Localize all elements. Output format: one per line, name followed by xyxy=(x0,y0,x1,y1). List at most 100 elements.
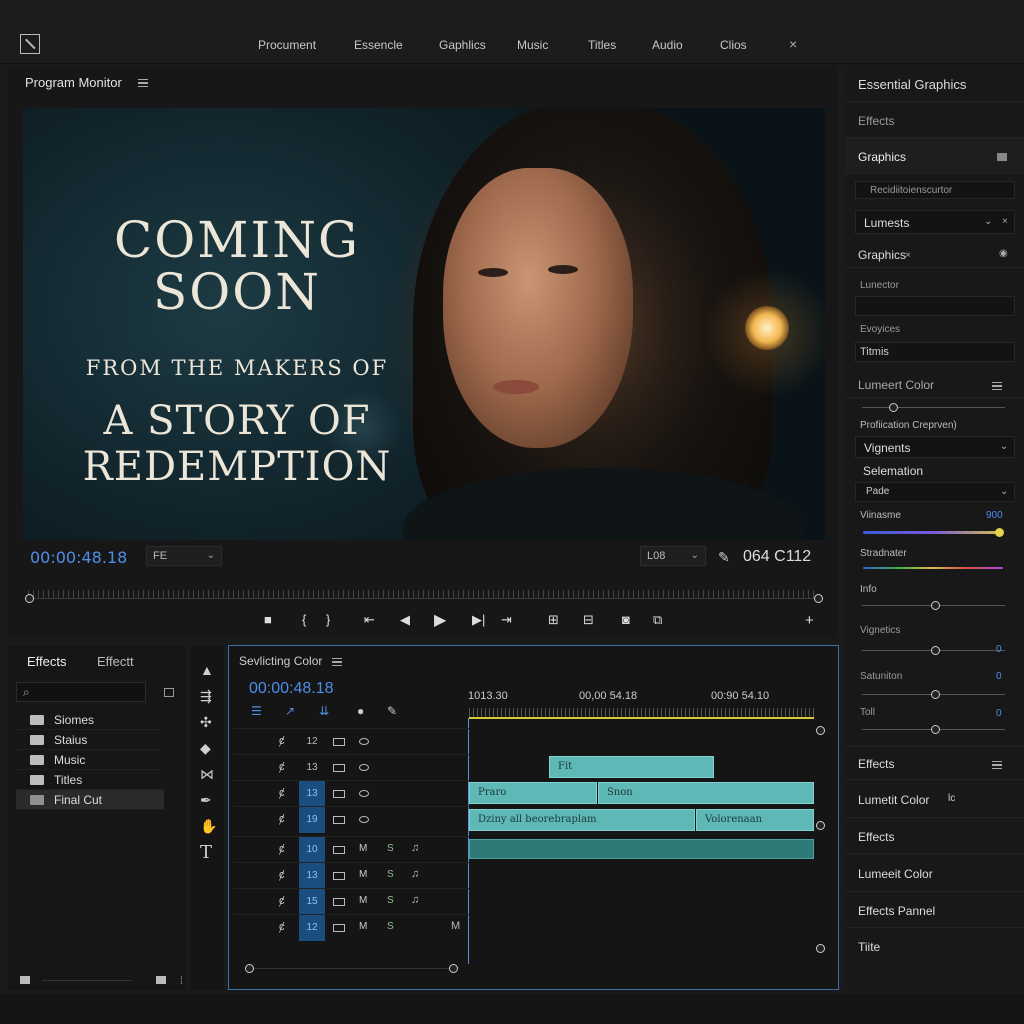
audio-track-icon[interactable] xyxy=(333,872,345,880)
video-preview[interactable]: COMING SOON FROM THE MAKERS OF A STORY O… xyxy=(23,108,825,540)
scroll-handle[interactable] xyxy=(816,726,825,735)
wrench-icon[interactable]: ✎ xyxy=(387,704,397,718)
clip-dziny[interactable]: Dziny all beorebraplam xyxy=(469,809,695,831)
hand-tool-icon[interactable]: ✋ xyxy=(200,818,217,835)
solo-icon[interactable]: S xyxy=(387,921,394,932)
film-icon[interactable] xyxy=(333,816,345,824)
panel-menu-icon[interactable] xyxy=(332,658,342,666)
wrench-icon[interactable]: ✎ xyxy=(718,549,730,566)
eye-icon[interactable] xyxy=(359,764,369,771)
slider-handle[interactable] xyxy=(995,528,1004,537)
go-to-in-icon[interactable]: ⇤ xyxy=(364,612,375,628)
info-slider[interactable] xyxy=(862,601,1005,610)
scrub-start-handle[interactable] xyxy=(25,594,34,603)
slider-handle[interactable] xyxy=(931,601,940,610)
menu-item-clips[interactable]: Clios xyxy=(720,38,747,52)
stop-icon[interactable]: ■ xyxy=(264,612,272,627)
slider-handle[interactable] xyxy=(931,646,940,655)
mute-icon[interactable]: M xyxy=(359,895,367,906)
pade-dropdown[interactable]: Pade ⌄ xyxy=(855,482,1015,502)
vignetics-value[interactable]: 0 xyxy=(996,644,1002,655)
panel-menu-icon[interactable] xyxy=(992,761,1002,769)
mic-icon[interactable]: M xyxy=(451,920,460,932)
section-lumeeit-color[interactable]: Lumeeit Color xyxy=(845,854,1024,892)
list-item-selected[interactable]: Final Cut xyxy=(16,790,164,810)
toll-slider[interactable] xyxy=(862,725,1005,734)
audio-track-icon[interactable] xyxy=(333,846,345,854)
toll-value[interactable]: 0 xyxy=(996,708,1002,719)
lock-icon[interactable]: ȼ xyxy=(279,895,285,907)
quality-dropdown[interactable]: L08 ⌄ xyxy=(640,546,706,566)
clip-volorenaan[interactable]: Volorenaan xyxy=(696,809,814,831)
track-label[interactable]: 13 xyxy=(299,781,325,807)
lock-icon[interactable]: ȼ xyxy=(279,921,285,933)
zoom-slider[interactable] xyxy=(42,980,132,981)
snap-icon[interactable]: ↗ xyxy=(285,704,295,718)
satuniton-slider[interactable] xyxy=(862,690,1005,699)
lock-icon[interactable]: ȼ xyxy=(279,813,285,825)
type-tool-icon[interactable]: T xyxy=(200,842,212,863)
section-graphics[interactable]: Graphics xyxy=(845,138,1024,174)
mute-icon[interactable]: M xyxy=(359,869,367,880)
slider-handle[interactable] xyxy=(931,690,940,699)
film-icon[interactable] xyxy=(333,764,345,772)
new-item-icon[interactable] xyxy=(156,976,166,984)
viinasme-value[interactable]: 900 xyxy=(986,510,1003,521)
eye-icon[interactable] xyxy=(359,816,369,823)
layout-icon[interactable] xyxy=(997,153,1007,161)
solo-icon[interactable]: S xyxy=(387,869,394,880)
slider-handle[interactable] xyxy=(931,725,940,734)
track-header-v2[interactable]: ȼ 13 xyxy=(233,780,469,807)
scroll-handle[interactable] xyxy=(816,821,825,830)
track-label[interactable]: 10 xyxy=(299,837,325,863)
track-select-tool-icon[interactable]: ⇶ xyxy=(200,688,212,705)
add-button-icon[interactable]: + xyxy=(805,612,814,629)
track-label[interactable]: 12 xyxy=(299,915,325,941)
go-to-out-icon[interactable]: ⇥ xyxy=(501,612,512,628)
fit-dropdown[interactable]: FE ⌄ xyxy=(146,546,222,566)
scroll-handle[interactable] xyxy=(816,944,825,953)
track-header-v1[interactable]: ȼ 19 xyxy=(233,806,469,833)
track-label[interactable]: 15 xyxy=(299,889,325,915)
satuniton-value[interactable]: 0 xyxy=(996,671,1002,682)
section-effects[interactable]: Effects xyxy=(845,746,1024,780)
solo-icon[interactable]: S xyxy=(387,843,394,854)
lock-icon[interactable]: ȼ xyxy=(279,761,285,773)
tab-effect-controls[interactable]: Effectt xyxy=(97,654,134,669)
new-bin-icon[interactable] xyxy=(164,688,174,697)
mic-icon[interactable]: ♫ xyxy=(411,842,419,854)
timeline-timecode[interactable]: 00:00:48.18 xyxy=(249,680,334,698)
audio-track-icon[interactable] xyxy=(333,924,345,932)
menu-item-audio[interactable]: Audio xyxy=(652,38,683,52)
export-frame-icon[interactable]: ◙ xyxy=(622,612,630,627)
resize-handle-icon[interactable]: ⁞ xyxy=(180,976,183,987)
playhead-timecode[interactable]: 00:00:48.18 xyxy=(30,548,127,567)
section-lumetit-color[interactable]: Lumetit Color lc xyxy=(845,780,1024,818)
mic-icon[interactable]: ♫ xyxy=(411,868,419,880)
eye-icon[interactable] xyxy=(359,738,369,745)
compare-icon[interactable]: ⧉ xyxy=(653,612,662,628)
track-header-v4[interactable]: ȼ 12 xyxy=(233,728,469,754)
list-view-icon[interactable] xyxy=(20,976,30,984)
step-back-icon[interactable]: ◀ xyxy=(400,612,410,628)
effects-search-input[interactable]: ⌕ xyxy=(16,682,146,702)
target-icon[interactable]: ◉ xyxy=(999,248,1008,259)
lumeert-slider[interactable] xyxy=(862,403,1005,412)
menu-item-procument[interactable]: Procument xyxy=(258,38,316,52)
lock-icon[interactable]: ȼ xyxy=(279,735,285,747)
audio-track-icon[interactable] xyxy=(333,898,345,906)
stradnater-gradient-slider[interactable] xyxy=(863,567,1003,569)
scroll-end-handle[interactable] xyxy=(449,964,458,973)
section-tiite[interactable]: Tiite xyxy=(845,928,1024,964)
menu-item-graphics[interactable]: Gaphlics xyxy=(439,38,486,52)
ripple-edit-tool-icon[interactable]: ✣ xyxy=(200,714,212,731)
panel-menu-icon[interactable] xyxy=(138,79,148,87)
lunector-field[interactable] xyxy=(855,296,1015,316)
vignents-dropdown[interactable]: Vignents ⌄ xyxy=(855,436,1015,458)
track-header-a2[interactable]: ȼ 13 M S ♫ xyxy=(233,862,469,889)
add-marker-icon[interactable]: ● xyxy=(357,704,364,718)
track-header-a1[interactable]: ȼ 10 M S ♫ xyxy=(233,836,469,863)
timeline-horizontal-scrollbar[interactable] xyxy=(249,968,454,969)
slider-handle[interactable] xyxy=(889,403,898,412)
lock-icon[interactable]: ȼ xyxy=(279,787,285,799)
